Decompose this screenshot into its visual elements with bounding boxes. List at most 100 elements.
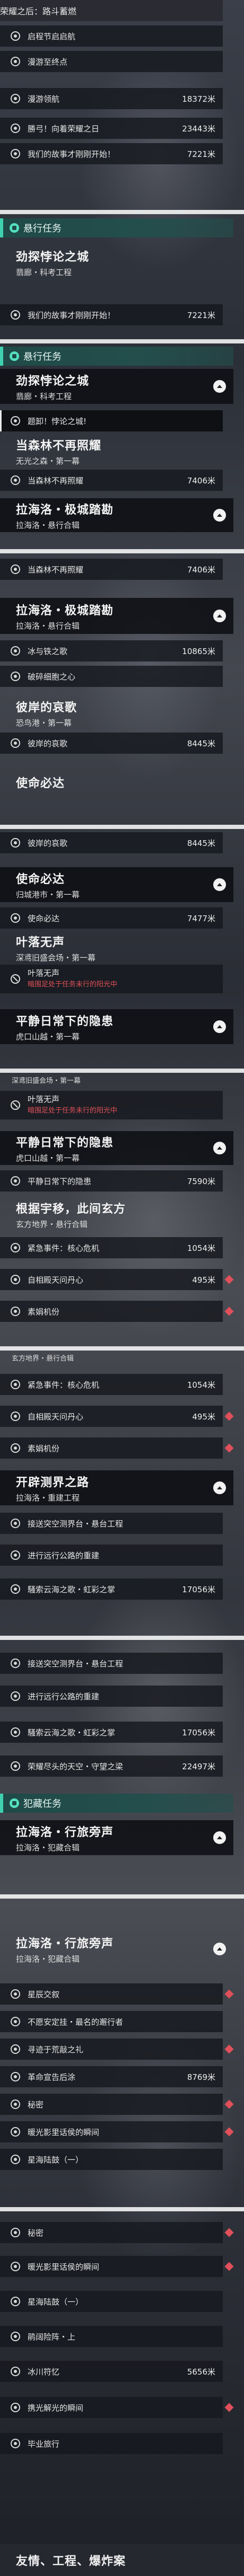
marker-icon bbox=[224, 2262, 234, 2271]
top-partial-item[interactable]: 荣耀之后：路斗蓄燃 bbox=[0, 0, 223, 21]
collapse-icon[interactable] bbox=[213, 509, 226, 522]
quest-row[interactable]: 不愿安定挂・最名的邂行者 bbox=[0, 2011, 223, 2032]
locked-icon bbox=[11, 1100, 20, 1110]
quest-row[interactable]: 当森林不再照耀 7406米 bbox=[0, 470, 223, 491]
quest-row[interactable]: 暖光影里话侯的瞬间 bbox=[0, 2121, 223, 2142]
quest-group[interactable]: 彼岸的哀歌 恐鸟港・第一幕 bbox=[0, 696, 233, 729]
partial-subtitle: 深鸢旧盛会场・第一幕 bbox=[12, 1077, 81, 1085]
divider bbox=[0, 1069, 244, 1073]
collapse-icon[interactable] bbox=[213, 1142, 226, 1154]
divider bbox=[0, 549, 244, 553]
marker-icon bbox=[224, 2044, 234, 2054]
quest-row[interactable]: 寻迹于荒敲之礼 bbox=[0, 2039, 223, 2060]
divider bbox=[0, 825, 244, 829]
quest-group[interactable]: 当森林不再照耀 无光之森・第一幕 bbox=[0, 435, 233, 467]
section-header: 犯藏任务 bbox=[0, 1794, 233, 1813]
quest-row[interactable]: 携光解光的瞬间 bbox=[0, 2397, 223, 2418]
quest-group[interactable]: 根据宇移，此间玄方 玄方地界・悬行合辑 bbox=[0, 1198, 233, 1231]
quest-group[interactable]: 拉海洛・行旅旁声 拉海洛・犯藏合辑 bbox=[0, 1820, 233, 1855]
quest-icon bbox=[11, 2439, 20, 2448]
quest-icon bbox=[11, 2297, 20, 2306]
quest-row[interactable]: 騒索云海之歌・虹彩之掌 17056米 bbox=[0, 1578, 223, 1600]
divider bbox=[0, 1346, 244, 1351]
quest-row[interactable]: 革命宣告后涂 8769米 bbox=[0, 2066, 223, 2087]
quest-group[interactable]: 平静日常下的隐患 虎口山越・第一幕 bbox=[0, 1131, 233, 1165]
quest-row[interactable]: 素娟机份 bbox=[0, 1301, 223, 1322]
quest-row[interactable]: 接送突空测界台・悬台工程 bbox=[0, 1653, 223, 1674]
quest-row[interactable]: 鹃阔险阵・上 bbox=[0, 2326, 223, 2347]
quest-row[interactable]: 题卸！悖论之城! bbox=[0, 410, 223, 431]
marker-icon bbox=[224, 1989, 234, 1999]
collapse-icon[interactable] bbox=[213, 878, 226, 891]
quest-row[interactable]: 漫游至终点 bbox=[0, 51, 223, 72]
quest-group[interactable]: 劲探悖论之城 翡廊・科考工程 bbox=[0, 244, 233, 281]
quest-icon bbox=[11, 2017, 20, 2026]
quest-row[interactable]: 勝弓！向着荣耀之日 23443米 bbox=[0, 118, 223, 139]
quest-row[interactable]: 进行远行公路的重建 bbox=[0, 1686, 223, 1707]
quest-group[interactable]: 劲探悖论之城 翡廊・科考工程 bbox=[0, 369, 233, 404]
partial-group-title[interactable]: 友情、工程、爆炸案 bbox=[0, 2544, 244, 2576]
quest-row[interactable]: 秘密 bbox=[0, 2222, 223, 2243]
quest-icon bbox=[11, 475, 20, 485]
quest-group[interactable]: 使命必达 bbox=[0, 770, 233, 795]
quest-row[interactable]: 我们的故事才刚刚开始！ 7221米 bbox=[0, 143, 223, 164]
quest-row[interactable]: 进行远行公路的重建 bbox=[0, 1545, 223, 1566]
quest-row[interactable]: 騒索云海之歌・虹彩之掌 17056米 bbox=[0, 1722, 223, 1743]
quest-row[interactable]: 紧急事件：核心危机 1054米 bbox=[0, 1374, 223, 1395]
section-header: 悬行任务 bbox=[0, 218, 233, 237]
quest-icon bbox=[11, 564, 20, 574]
quest-row[interactable]: 紧急事件：核心危机 1054米 bbox=[0, 1237, 223, 1258]
collapse-icon[interactable] bbox=[213, 610, 226, 622]
quest-group[interactable]: 平静日常下的隐患 虎口山越・第一幕 bbox=[0, 1009, 233, 1044]
quest-group[interactable]: 拉海洛・行旅旁声 拉海洛・犯藏合辑 bbox=[0, 1930, 233, 1968]
quest-row[interactable]: 毕业旅行 bbox=[0, 2433, 223, 2454]
quest-row[interactable]: 荣耀尽头的天空・守望之梁 22497米 bbox=[0, 1755, 223, 1777]
quest-row[interactable]: 使命必达 7477米 bbox=[0, 907, 223, 929]
quest-group[interactable]: 拉海洛・极城踏勘 拉海洛・悬行合辑 bbox=[0, 598, 233, 634]
quest-icon bbox=[11, 57, 20, 66]
quest-row[interactable]: 自相殿天问丹心 495米 bbox=[0, 1269, 223, 1290]
quest-row[interactable]: 平静日常下的隐患 7590米 bbox=[0, 1170, 223, 1192]
quest-row[interactable]: 接送突空测界台・悬台工程 bbox=[0, 1513, 223, 1534]
quest-row[interactable]: 漫游领航 18372米 bbox=[0, 88, 223, 109]
quest-row[interactable]: 自相殿天问丹心 495米 bbox=[0, 1406, 223, 1427]
quest-icon bbox=[11, 1989, 20, 1999]
marker-icon bbox=[224, 2127, 234, 2137]
collapse-icon[interactable] bbox=[213, 1831, 226, 1844]
partial-subtitle: 玄方地界・悬行合辑 bbox=[12, 1354, 74, 1363]
quest-row[interactable]: 暖光影里话侯的瞬间 bbox=[0, 2256, 223, 2277]
quest-row[interactable]: 星海陆鼓（一） bbox=[0, 2291, 223, 2312]
quest-row[interactable]: 星辰交叙 bbox=[0, 1983, 223, 2005]
collapse-icon[interactable] bbox=[213, 380, 226, 393]
quest-category-icon bbox=[10, 1798, 19, 1808]
quest-icon bbox=[11, 1550, 20, 1560]
quest-row[interactable]: 叶落无声 暗围足处于任务未行的阳光中 bbox=[0, 965, 223, 993]
quest-group[interactable]: 叶落无声 深鸢旧盛会场・第一幕 bbox=[0, 932, 233, 964]
quest-row[interactable]: 素娟机份 bbox=[0, 1437, 223, 1459]
quest-row[interactable]: 冰川符忆 5656米 bbox=[0, 2361, 223, 2382]
collapse-icon[interactable] bbox=[213, 1020, 226, 1033]
marker-icon bbox=[224, 2099, 234, 2109]
quest-group[interactable]: 使命必达 归城港市・第一幕 bbox=[0, 867, 233, 902]
quest-row[interactable]: 破碎细胞之心 bbox=[0, 666, 223, 687]
section-header: 悬行任务 bbox=[0, 347, 233, 366]
quest-row[interactable]: 彼岸的哀歌 8445米 bbox=[0, 832, 223, 853]
quest-icon bbox=[11, 2072, 20, 2081]
quest-row[interactable]: 启程节启启航 bbox=[0, 25, 223, 47]
quest-group[interactable]: 开辟测界之路 拉海洛・重建工程 bbox=[0, 1470, 233, 1505]
collapse-icon[interactable] bbox=[213, 1481, 226, 1494]
quest-row[interactable]: 叶落无声 暗围足处于任务未行的阳光中 bbox=[0, 1091, 223, 1119]
collapse-icon[interactable] bbox=[213, 1943, 226, 1955]
quest-row[interactable]: 我们的故事才刚刚开始！ 7221米 bbox=[0, 304, 223, 325]
quest-icon bbox=[11, 2099, 20, 2109]
quest-row[interactable]: 当森林不再照耀 7406米 bbox=[0, 559, 223, 580]
quest-category-icon bbox=[10, 351, 19, 361]
quest-group[interactable]: 拉海洛・极城踏勘 拉海洛・悬行合辑 bbox=[0, 498, 233, 532]
quest-row[interactable]: 彼岸的哀歌 8445米 bbox=[0, 733, 223, 754]
quest-row[interactable]: 冰与铁之歌 10865米 bbox=[0, 640, 223, 661]
marker-icon bbox=[224, 1411, 234, 1421]
quest-icon bbox=[11, 2332, 20, 2341]
divider bbox=[0, 2207, 244, 2211]
quest-row[interactable]: 秘密 bbox=[0, 2094, 223, 2115]
quest-row[interactable]: 星海陆鼓（一） bbox=[0, 2149, 223, 2170]
